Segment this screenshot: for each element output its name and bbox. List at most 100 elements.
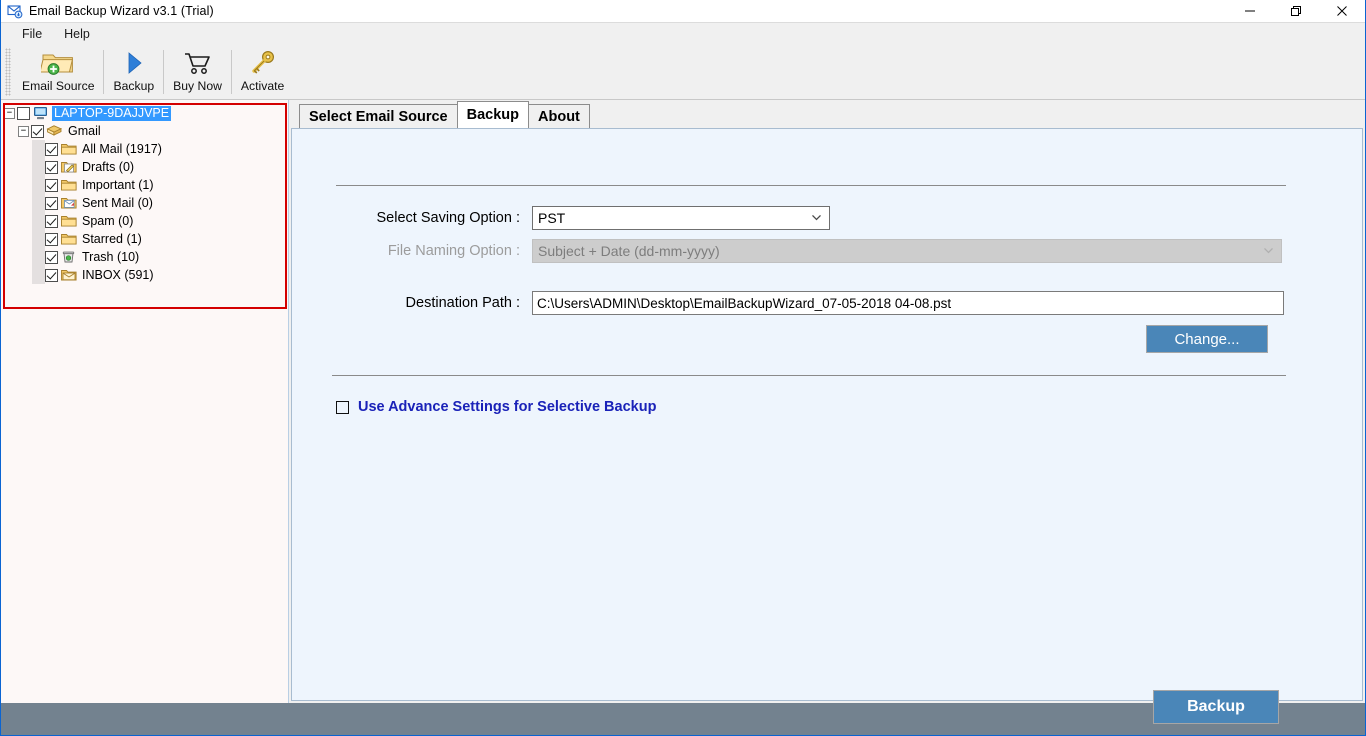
backup-form: Select Saving Option : PST File Naming O… (292, 129, 1362, 724)
close-icon[interactable] (1319, 0, 1365, 22)
tree-line (32, 158, 45, 176)
collapse-expander-icon[interactable]: − (4, 107, 15, 119)
menu-bar: File Help (1, 23, 1365, 45)
tree-node-folder[interactable]: Starred (1) (4, 230, 288, 248)
toolbar-button-buy-now[interactable]: Buy Now (164, 47, 231, 97)
advance-settings-label[interactable]: Use Advance Settings for Selective Backu… (358, 399, 656, 415)
tree-node-label[interactable]: Drafts (0) (80, 160, 136, 175)
content-panel: Select Email Source Backup About Select … (289, 100, 1365, 724)
backup-tab-pane: Select Saving Option : PST File Naming O… (291, 128, 1363, 724)
saving-option-label: Select Saving Option : (376, 210, 520, 226)
advance-settings-checkbox[interactable] (336, 400, 349, 414)
shopping-cart-icon (183, 50, 213, 76)
saving-option-value: PST (538, 210, 566, 226)
collapse-expander-icon[interactable]: − (18, 125, 29, 137)
tree-checkbox-folder[interactable] (45, 160, 58, 174)
computer-icon (32, 106, 49, 120)
inbox-envelope-icon (60, 268, 77, 282)
folder-add-icon (41, 50, 75, 76)
tree-node-label[interactable]: INBOX (591) (80, 268, 156, 283)
tree-node-folder[interactable]: Important (1) (4, 176, 288, 194)
sent-mail-icon (60, 196, 77, 210)
file-naming-option-label: File Naming Option : (387, 243, 520, 259)
tree-node-label[interactable]: Important (1) (80, 178, 156, 193)
tree-checkbox-folder[interactable] (45, 214, 58, 228)
tree-checkbox-folder[interactable] (45, 196, 58, 210)
separator-bottom (332, 375, 1286, 376)
saving-option-select[interactable]: PST (532, 206, 830, 230)
folder-icon (60, 214, 77, 228)
tree-node-folder[interactable]: All Mail (1917) (4, 140, 288, 158)
drafts-pencil-icon (60, 160, 77, 174)
change-button[interactable]: Change... (1146, 325, 1268, 353)
tree-node-folder[interactable]: Drafts (0) (4, 158, 288, 176)
menu-item-help[interactable]: Help (53, 25, 101, 43)
app-window: Email Backup Wizard v3.1 (Trial) File He… (0, 0, 1366, 736)
tree-line (32, 212, 45, 230)
tree-node-account[interactable]: − Gmail (4, 122, 288, 140)
tree-checkbox-folder[interactable] (45, 268, 58, 282)
toolbar-label: Backup (113, 79, 155, 93)
tree-line (32, 266, 45, 284)
tree-checkbox-folder[interactable] (45, 250, 58, 264)
tree-line (32, 230, 45, 248)
separator-top (336, 185, 1286, 186)
restore-icon[interactable] (1273, 0, 1319, 22)
tree-line (32, 248, 45, 266)
menu-item-file[interactable]: File (11, 25, 53, 43)
file-naming-option-row: File Naming Option : Subject + Date (dd-… (336, 239, 1286, 263)
toolbar-button-email-source[interactable]: Email Source (13, 47, 103, 97)
window-controls (1227, 0, 1365, 22)
tree-node-label[interactable]: Starred (1) (80, 232, 144, 247)
tree-node-folder[interactable]: Trash (10) (4, 248, 288, 266)
toolbar-grip[interactable] (5, 48, 11, 96)
tree-checkbox-folder[interactable] (45, 142, 58, 156)
folder-icon (60, 142, 77, 156)
tree-node-root[interactable]: − LAPTOP-9DAJJVPE (4, 104, 288, 122)
folder-tree[interactable]: − LAPTOP-9DAJJVPE − Gmail All Mail (1917… (2, 100, 288, 284)
destination-path-input[interactable]: C:\Users\ADMIN\Desktop\EmailBackupWizard… (532, 291, 1284, 315)
toolbar-button-backup[interactable]: Backup (104, 47, 163, 97)
tab-about[interactable]: About (528, 104, 590, 128)
trash-bin-icon (60, 250, 77, 264)
tab-select-email-source[interactable]: Select Email Source (299, 104, 458, 128)
body-split: − LAPTOP-9DAJJVPE − Gmail All Mail (1917… (1, 100, 1365, 724)
title-bar: Email Backup Wizard v3.1 (Trial) (1, 0, 1365, 23)
tree-node-folder[interactable]: INBOX (591) (4, 266, 288, 284)
tab-strip: Select Email Source Backup About (289, 100, 1365, 128)
toolbar-label: Activate (240, 79, 285, 93)
minimize-icon[interactable] (1227, 0, 1273, 22)
tree-node-label[interactable]: LAPTOP-9DAJJVPE (52, 105, 172, 121)
folder-icon (60, 178, 77, 192)
envelope-app-icon (7, 3, 23, 19)
tree-line (32, 194, 45, 212)
tree-checkbox-account[interactable] (31, 124, 44, 138)
backup-button[interactable]: Backup (1153, 690, 1279, 724)
tree-line (32, 140, 45, 158)
destination-path-label: Destination Path : (405, 295, 520, 311)
toolbar-label: Email Source (22, 79, 95, 93)
chevron-down-icon[interactable] (811, 208, 822, 224)
file-naming-option-select: Subject + Date (dd-mm-yyyy) (532, 239, 1282, 263)
tab-backup[interactable]: Backup (456, 101, 530, 128)
file-naming-option-value: Subject + Date (dd-mm-yyyy) (538, 243, 720, 259)
email-source-tree-panel[interactable]: − LAPTOP-9DAJJVPE − Gmail All Mail (1917… (1, 100, 289, 703)
tree-checkbox-folder[interactable] (45, 232, 58, 246)
tree-node-label[interactable]: Spam (0) (80, 214, 135, 229)
folder-icon (60, 232, 77, 246)
tree-node-label[interactable]: Gmail (66, 124, 103, 139)
tree-node-folder[interactable]: Spam (0) (4, 212, 288, 230)
window-title: Email Backup Wizard v3.1 (Trial) (29, 4, 214, 18)
play-triangle-icon (122, 50, 146, 76)
toolbar: Email Source Backup Buy Now Activate (1, 45, 1365, 100)
tree-node-label[interactable]: All Mail (1917) (80, 142, 164, 157)
tree-node-folder[interactable]: Sent Mail (0) (4, 194, 288, 212)
tree-checkbox-folder[interactable] (45, 178, 58, 192)
destination-path-row: Destination Path : C:\Users\ADMIN\Deskto… (336, 291, 1286, 315)
tree-node-label[interactable]: Trash (10) (80, 250, 141, 265)
tree-line (32, 176, 45, 194)
tree-checkbox-root[interactable] (17, 106, 30, 120)
advance-settings-row[interactable]: Use Advance Settings for Selective Backu… (336, 399, 656, 415)
toolbar-button-activate[interactable]: Activate (232, 47, 293, 97)
tree-node-label[interactable]: Sent Mail (0) (80, 196, 155, 211)
